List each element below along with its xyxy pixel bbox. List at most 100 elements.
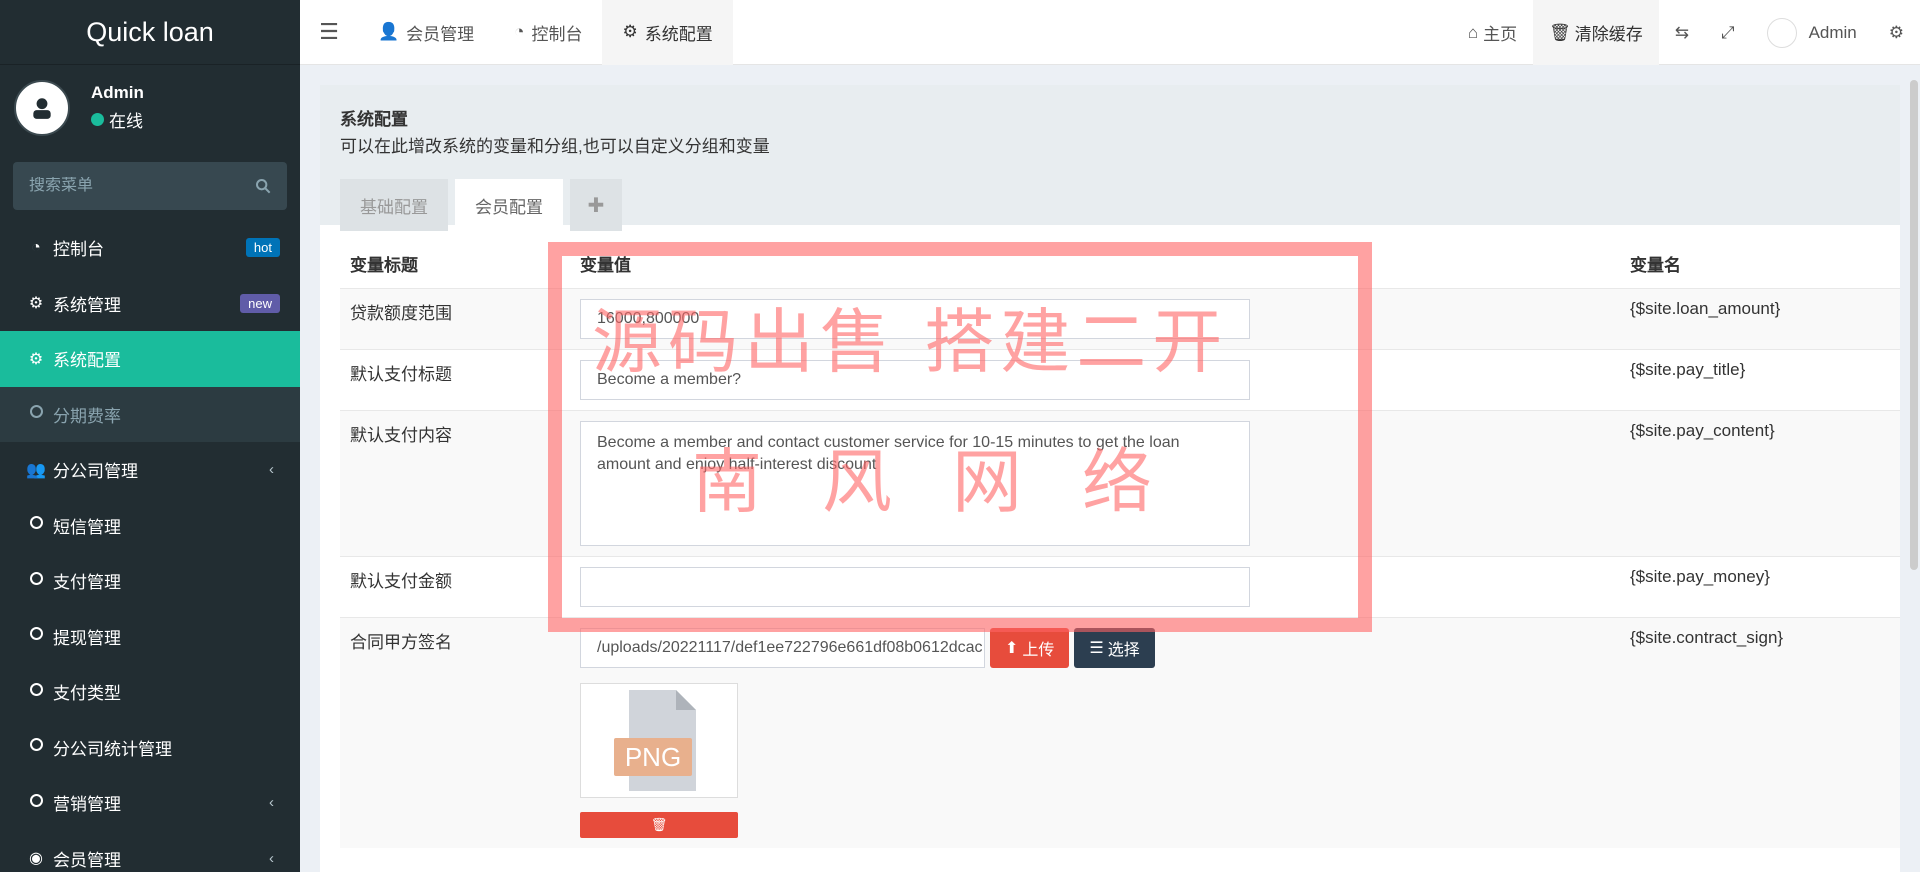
- sidebar: Quick loan Admin 在线 ◔ 控制台 hot ⚙ 系统管理 new…: [0, 0, 300, 872]
- row-var-name: {$site.pay_content}: [1620, 410, 1900, 557]
- sidebar-item-marketing[interactable]: 营销管理 ‹: [0, 775, 300, 831]
- sidebar-item-label: 系统配置: [53, 351, 121, 371]
- cogs-icon[interactable]: ⚙: [1873, 0, 1920, 65]
- user-panel: Admin 在线: [0, 65, 300, 150]
- dashboard-icon: ◔: [514, 22, 525, 41]
- row-title: 合同甲方签名: [340, 617, 570, 848]
- sidebar-item-members[interactable]: ◉ 会员管理 ‹: [0, 831, 300, 872]
- sidebar-item-dashboard[interactable]: ◔ 控制台 hot: [0, 220, 300, 276]
- select-label: 选择: [1107, 642, 1140, 659]
- tab-system-config[interactable]: ⚙ 系统配置: [602, 0, 733, 65]
- circle-icon: [26, 738, 46, 756]
- row-var-name: {$site.loan_amount}: [1620, 288, 1900, 350]
- admin-label: Admin: [1808, 22, 1857, 42]
- gear-icon: ⚙: [28, 350, 44, 368]
- file-thumbnail[interactable]: PNG: [580, 683, 738, 798]
- avatar: [14, 79, 70, 136]
- sidebar-item-label: 营销管理: [53, 795, 121, 815]
- circle-icon: [26, 793, 46, 812]
- config-tabs: 基础配置 会员配置 ✚: [340, 179, 1880, 231]
- user-avatar-icon: [33, 97, 51, 119]
- sidebar-item-system-config[interactable]: ⚙ 系统配置: [0, 331, 300, 387]
- sidebar-item-withdraw[interactable]: 提现管理: [0, 609, 300, 665]
- tab-basic-config[interactable]: 基础配置: [340, 179, 448, 231]
- row-title: 默认支付内容: [340, 410, 570, 557]
- loan-amount-input[interactable]: 16000,800000: [580, 299, 1250, 339]
- list-icon: ☰: [1089, 640, 1104, 657]
- pay-money-input[interactable]: [580, 567, 1250, 607]
- sidebar-item-branch[interactable]: 👥 分公司管理 ‹: [0, 442, 300, 498]
- user-name: Admin: [91, 83, 144, 102]
- table-row: 贷款额度范围 16000,800000 {$site.loan_amount}: [340, 288, 1900, 350]
- upload-button[interactable]: ⬆ 上传: [990, 628, 1070, 668]
- dashboard-icon: ◔: [31, 238, 41, 256]
- trash-icon: 🗑: [650, 817, 668, 832]
- fullscreen-icon[interactable]: ⤢: [1705, 0, 1751, 65]
- circle-icon: [26, 571, 46, 590]
- page-description: 可以在此增改系统的变量和分组,也可以自定义分组和变量: [340, 137, 770, 156]
- home-link[interactable]: ⌂ 主页: [1452, 0, 1533, 65]
- admin-menu[interactable]: Admin: [1751, 0, 1873, 65]
- page-scrollbar[interactable]: [1910, 80, 1918, 570]
- sidebar-item-branch-stats[interactable]: 分公司统计管理: [0, 720, 300, 776]
- tab-member-config[interactable]: 会员配置: [455, 179, 563, 231]
- table-row: 合同甲方签名 /uploads/20221117/def1ee722796e66…: [340, 617, 1900, 848]
- sidebar-item-label: 控制台: [53, 240, 104, 260]
- sidebar-item-label: 分期费率: [53, 406, 121, 426]
- sidebar-item-sms[interactable]: 短信管理: [0, 498, 300, 554]
- sidebar-item-label: 分公司管理: [53, 462, 138, 482]
- thumb-label: PNG: [625, 742, 681, 772]
- select-button[interactable]: ☰ 选择: [1074, 628, 1155, 668]
- sidebar-search-input[interactable]: [29, 177, 229, 195]
- sidebar-item-payment[interactable]: 支付管理: [0, 553, 300, 609]
- tab-label: 系统配置: [644, 24, 713, 44]
- sidebar-search: [13, 162, 287, 210]
- col-header-value: 变量值: [580, 256, 631, 275]
- user-circle-icon: ◉: [29, 850, 43, 868]
- user-status-label: 在线: [109, 112, 143, 131]
- pay-title-input[interactable]: Become a member?: [580, 360, 1250, 400]
- pay-content-textarea[interactable]: Become a member and contact customer ser…: [580, 421, 1250, 546]
- chevron-left-icon: ‹: [269, 461, 274, 479]
- translate-icon[interactable]: ⇆: [1659, 0, 1705, 65]
- row-title: 贷款额度范围: [340, 288, 570, 350]
- clear-cache-label: 清除缓存: [1574, 25, 1643, 44]
- hot-badge: hot: [245, 238, 280, 258]
- table-row: 默认支付金额 {$site.pay_money}: [340, 556, 1900, 618]
- upload-icon: ⬆: [1005, 640, 1019, 657]
- cogs-icon: ⚙: [28, 295, 44, 313]
- clear-cache-button[interactable]: 🗑 清除缓存: [1533, 0, 1659, 65]
- row-var-name: {$site.contract_sign}: [1620, 617, 1900, 848]
- circle-icon: [26, 682, 46, 701]
- page-title: 系统配置: [340, 110, 408, 129]
- add-tab-icon[interactable]: ✚: [570, 179, 622, 231]
- config-table: 变量标题 变量值 变量名 贷款额度范围 16000,800000 {$site.…: [340, 233, 1900, 848]
- search-icon[interactable]: [255, 178, 271, 194]
- chevron-left-icon: ‹: [269, 849, 274, 867]
- sidebar-item-installment-rate[interactable]: 分期费率: [0, 386, 300, 442]
- brand-logo[interactable]: Quick loan: [0, 0, 300, 65]
- delete-file-button[interactable]: 🗑: [580, 812, 738, 838]
- tab-dashboard[interactable]: ◔ 控制台: [494, 0, 602, 65]
- chevron-left-icon: ‹: [269, 794, 274, 812]
- tab-label: 会员管理: [406, 24, 475, 44]
- upload-label: 上传: [1022, 642, 1055, 659]
- table-row: 默认支付标题 Become a member? {$site.pay_title…: [340, 349, 1900, 411]
- sidebar-item-label: 系统管理: [53, 295, 121, 315]
- users-icon: 👥: [26, 461, 46, 479]
- sidebar-item-label: 分公司统计管理: [53, 739, 172, 759]
- row-title: 默认支付金额: [340, 556, 570, 618]
- sidebar-item-pay-type[interactable]: 支付类型: [0, 664, 300, 720]
- col-header-title: 变量标题: [350, 256, 418, 275]
- panel-heading: 系统配置 可以在此增改系统的变量和分组,也可以自定义分组和变量 基础配置 会员配…: [320, 85, 1900, 231]
- sidebar-item-system[interactable]: ⚙ 系统管理 new: [0, 276, 300, 332]
- png-file-icon: PNG: [614, 690, 696, 791]
- tab-members[interactable]: 👤 会员管理: [358, 0, 494, 65]
- table-row: 默认支付内容 Become a member and contact custo…: [340, 410, 1900, 557]
- contract-sign-input[interactable]: /uploads/20221117/def1ee722796e661df08b0…: [580, 628, 985, 668]
- home-icon: ⌂: [1467, 22, 1479, 42]
- sidebar-item-label: 短信管理: [53, 517, 121, 537]
- row-var-name: {$site.pay_title}: [1620, 349, 1900, 411]
- circle-icon: [26, 405, 46, 423]
- menu-toggle-icon[interactable]: ☰: [300, 0, 358, 65]
